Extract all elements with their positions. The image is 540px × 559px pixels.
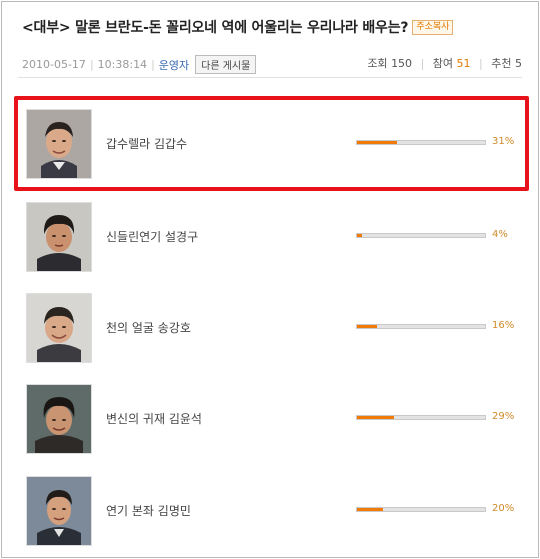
header-divider xyxy=(18,77,522,78)
poll-option-label: 신들린연기 설경구 xyxy=(106,230,199,244)
views-count: 150 xyxy=(391,57,413,70)
meta-separator: | xyxy=(420,57,425,70)
poll-percent: 29% xyxy=(492,411,515,422)
post-time: 10:38:14 xyxy=(97,58,148,71)
poll-bar xyxy=(356,415,486,420)
participants-count: 51 xyxy=(456,57,471,70)
poll-bar-fill xyxy=(357,416,395,419)
actor-photo xyxy=(26,476,92,546)
post-header: <대부> 말론 브란도-돈 꼴리오네 역에 어울리는 우리나라 배우는? 주소복… xyxy=(22,17,454,37)
actor-photo xyxy=(26,384,92,454)
actor-photo xyxy=(26,202,92,272)
copy-url-button[interactable]: 주소복사 xyxy=(412,19,454,35)
meta-separator: | xyxy=(479,57,483,70)
poll-bar-fill xyxy=(357,234,363,237)
poll-option-label: 천의 얼굴 송강호 xyxy=(106,321,191,335)
recommend-label: 추천 xyxy=(491,57,512,70)
poll-bar xyxy=(356,233,486,238)
poll-percent: 4% xyxy=(492,229,508,240)
post-title: <대부> 말론 브란도-돈 꼴리오네 역에 어울리는 우리나라 배우는? xyxy=(22,20,409,36)
actor-photo xyxy=(26,293,92,363)
poll-bar xyxy=(356,324,486,329)
poll-bar-fill xyxy=(357,508,383,511)
poll-option[interactable]: 연기 본좌 김명민 20% xyxy=(22,476,522,546)
post-stats: 조회 150 | 참여 51 | 추천 5 xyxy=(367,55,522,71)
poll-percent: 20% xyxy=(492,503,515,514)
poll-option-label: 연기 본좌 김명민 xyxy=(106,504,191,518)
post-meta: 2010-05-17 | 10:38:14 | 운영자 다른 게시물 조회 15… xyxy=(22,53,522,74)
participants-label: 참여 xyxy=(432,57,454,70)
poll-percent: 16% xyxy=(492,320,515,331)
recommend-count: 5 xyxy=(515,57,522,70)
views-label: 조회 xyxy=(367,57,388,70)
poll-option-label: 변신의 귀재 김윤석 xyxy=(106,412,202,426)
post-date: 2010-05-17 xyxy=(22,58,86,71)
poll-option[interactable]: 신들린연기 설경구 4% xyxy=(22,202,522,272)
poll-option[interactable]: 변신의 귀재 김윤석 29% xyxy=(22,384,522,454)
post-meta-left: 2010-05-17 | 10:38:14 | 운영자 다른 게시물 xyxy=(22,55,257,74)
meta-separator: | xyxy=(151,58,155,71)
selected-option-highlight xyxy=(14,96,529,191)
post-author[interactable]: 운영자 xyxy=(159,57,189,73)
poll-bar xyxy=(356,507,486,512)
other-posts-button[interactable]: 다른 게시물 xyxy=(195,55,257,74)
meta-separator: | xyxy=(89,58,94,71)
page-frame xyxy=(1,1,539,558)
poll-option[interactable]: 천의 얼굴 송강호 16% xyxy=(22,293,522,363)
poll-bar-fill xyxy=(357,325,378,328)
